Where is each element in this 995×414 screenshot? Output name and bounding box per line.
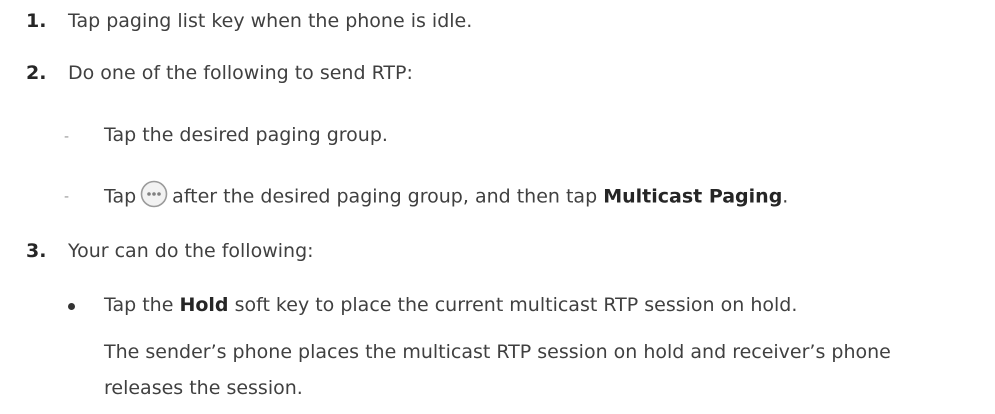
step-1-text: Tap paging list key when the phone is id…	[68, 10, 473, 32]
option-1-dash: -	[64, 129, 70, 145]
hold-prefix: Tap the	[104, 294, 174, 316]
option-2-text: Tap after the desired paging group, and t…	[104, 180, 789, 208]
step-1-number: 1.	[26, 10, 47, 32]
hold-key-label: Hold	[179, 294, 229, 316]
hold-instruction: Tap the Hold soft key to place the curre…	[104, 296, 797, 315]
option-2-dash: -	[64, 189, 70, 205]
option-1-text: Tap the desired paging group.	[104, 124, 388, 146]
step-3-text: Your can do the following:	[68, 240, 314, 262]
bullet-dot	[68, 303, 75, 310]
hold-suffix: soft key to place the current multicast …	[234, 294, 798, 316]
more-options-icon	[140, 180, 168, 208]
step-2-number: 2.	[26, 62, 47, 84]
option-2-end: .	[782, 185, 789, 208]
note-line-2: releases the session.	[104, 377, 303, 399]
note-line-1: The sender’s phone places the multicast …	[104, 341, 891, 363]
option-2-prefix: Tap	[104, 185, 137, 208]
multicast-paging-label: Multicast Paging	[603, 185, 783, 208]
option-2-middle: after the desired paging group, and then…	[172, 185, 598, 208]
step-2-text: Do one of the following to send RTP:	[68, 62, 413, 84]
step-3-number: 3.	[26, 240, 47, 262]
